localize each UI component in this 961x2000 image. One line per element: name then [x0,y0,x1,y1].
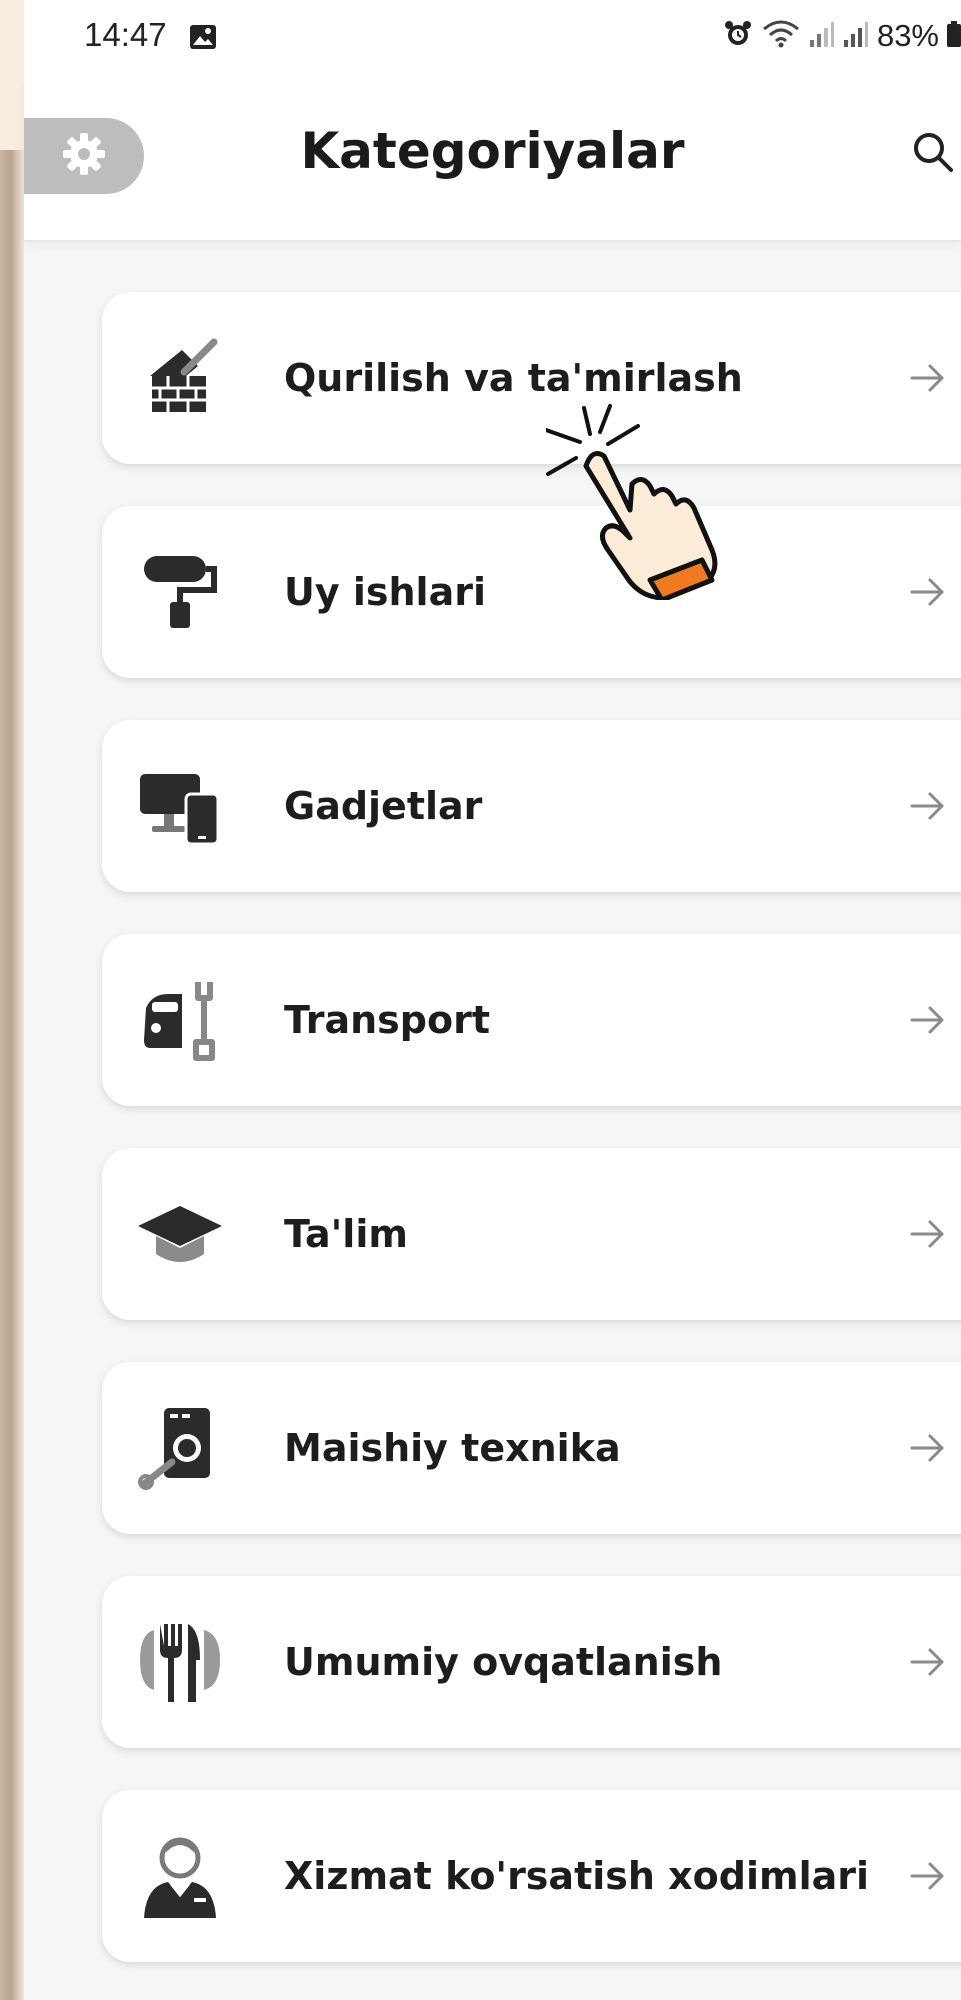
category-card-home[interactable]: Uy ishlari [102,506,961,678]
arrow-right-icon [908,1216,948,1252]
search-icon [911,133,955,178]
status-bar: 14:47 83% [24,0,961,80]
arrow-right-icon [908,360,948,396]
category-card-catering[interactable]: Umumiy ovqatlanish [102,1576,961,1748]
cutlery-icon [138,1620,222,1704]
search-button[interactable] [911,130,961,190]
category-card-gadgets[interactable]: Gadjetlar [102,720,961,892]
category-card-transport[interactable]: Transport [102,934,961,1106]
devices-icon [138,764,222,848]
battery-percentage: 83% [876,18,939,53]
category-card-education[interactable]: Ta'lim [102,1148,961,1320]
arrow-right-icon [908,1430,948,1466]
category-card-construction[interactable]: Qurilish va ta'mirlash [102,292,961,464]
left-frame-edge [0,0,24,2000]
construction-icon [138,336,222,420]
category-card-appliances[interactable]: Maishiy texnika [102,1362,961,1534]
tap-hand-pointer-icon [544,400,746,603]
category-label: Umumiy ovqatlanish [284,1640,723,1684]
category-label: Gadjetlar [284,784,483,828]
category-label: Transport [284,998,491,1042]
graduation-cap-icon [138,1192,222,1276]
phone-screen: 14:47 83% Kategoriyalar Qurilish va ta'm… [24,0,961,2000]
signal-icon-1 [809,20,835,52]
arrow-right-icon [908,788,948,824]
alarm-icon [723,19,753,53]
category-card-service-staff[interactable]: Xizmat ko'rsatish xodimlari [102,1790,961,1962]
car-repair-icon [138,978,222,1062]
category-label: Uy ishlari [284,570,486,614]
arrow-right-icon [908,574,948,610]
page-title: Kategoriyalar [300,122,685,180]
signal-icon-2 [843,20,869,52]
status-icons: 83% [723,18,961,54]
service-staff-icon [138,1834,222,1918]
arrow-right-icon [908,1002,948,1038]
arrow-right-icon [908,1644,948,1680]
status-time: 14:47 [84,16,167,53]
paint-roller-icon [138,550,222,634]
category-label: Maishiy texnika [284,1426,621,1470]
arrow-right-icon [908,1858,948,1894]
app-header: Kategoriyalar [24,80,961,242]
wifi-icon [761,19,801,53]
gallery-notification-icon [189,24,217,54]
category-label: Xizmat ko'rsatish xodimlari [284,1854,870,1898]
appliance-repair-icon [138,1406,222,1490]
battery-icon [947,21,961,51]
category-label: Ta'lim [284,1212,408,1256]
